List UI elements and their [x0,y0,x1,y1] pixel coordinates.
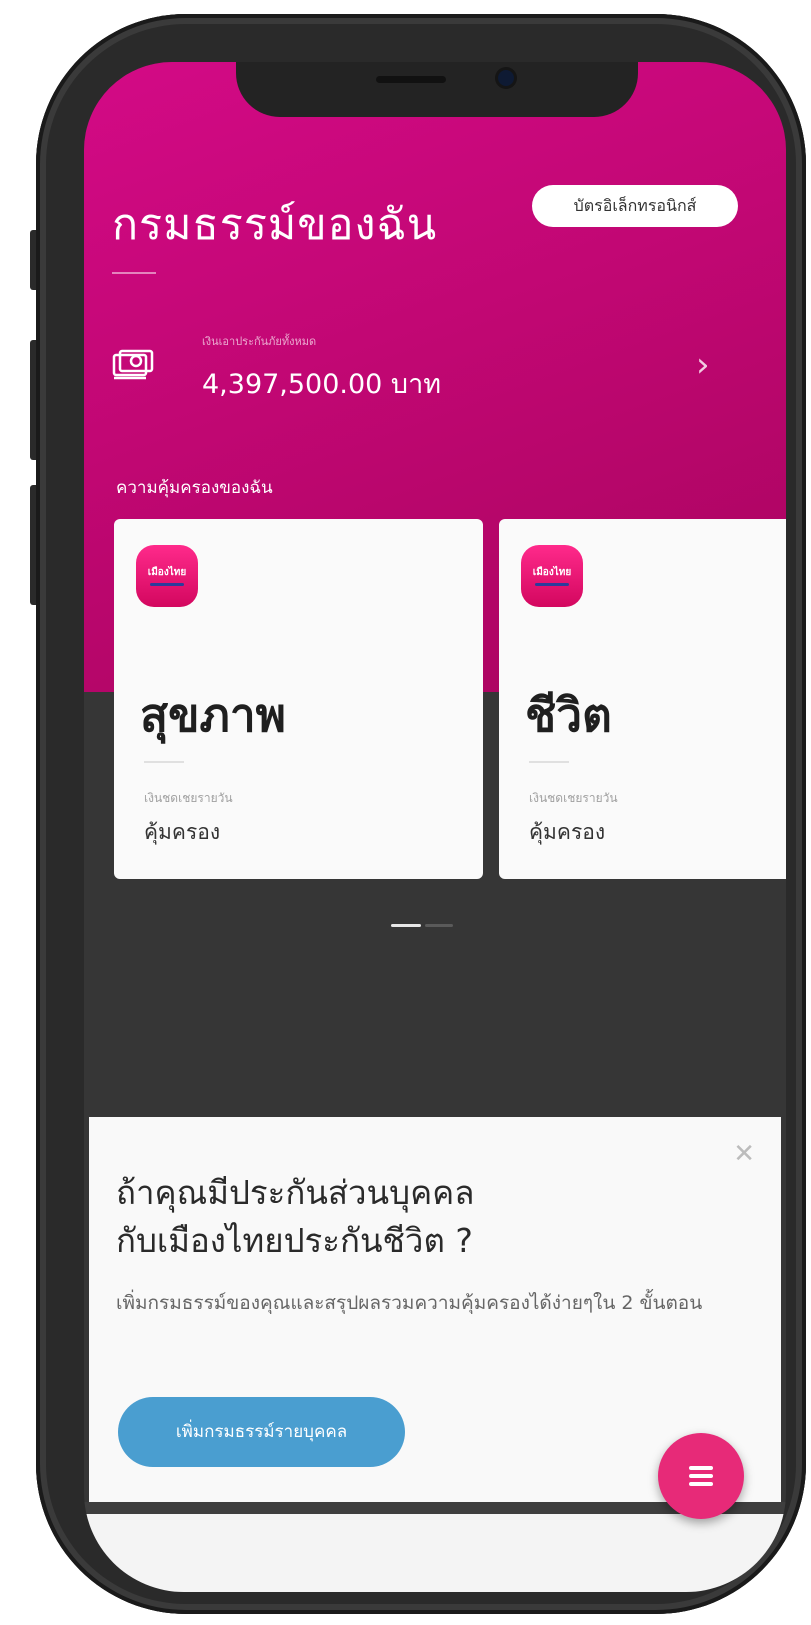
title-divider [112,272,156,274]
carousel-page-indicator [391,912,457,931]
prompt-title-line-2: กับเมืองไทยประกันชีวิต ? [116,1221,473,1260]
e-card-button[interactable]: บัตรอิเล็กทรอนิกส์ [532,185,738,227]
add-individual-policy-button[interactable]: เพิ่มกรมธรรม์รายบุคคล [118,1397,405,1467]
menu-icon-line [689,1466,713,1470]
phone-screen: กรมธรรม์ของฉัน บัตรอิเล็กทรอนิกส์ เงินเอ… [84,62,786,1592]
logo-text: เมืองไทย [532,567,572,578]
page-dot-active [391,924,421,927]
card-title: ชีวิต [525,688,612,742]
menu-icon-line [689,1474,713,1478]
page-dot [425,924,453,927]
coverage-card-health[interactable]: เมืองไทย สุขภาพ เงินชดเชยรายวัน คุ้มครอง [114,519,483,879]
menu-icon-line [689,1482,713,1486]
close-icon[interactable]: ✕ [733,1139,755,1169]
sum-insured-label: เงินเอาประกันภัยทั้งหมด [202,335,317,348]
prompt-title: ถ้าคุณมีประกันส่วนบุคคล กับเมืองไทยประกั… [116,1169,736,1265]
phone-notch [236,62,638,117]
card-title: สุขภาพ [140,688,286,742]
logo-bar [535,583,569,586]
page-title: กรมธรรม์ของฉัน [112,200,438,250]
bottom-bar [84,1514,786,1592]
card-sub-label: เงินชดเชยรายวัน [529,791,618,805]
camera-icon [498,70,514,86]
speaker-icon [376,76,446,83]
card-status: คุ้มครอง [144,820,221,844]
muangthai-logo-icon: เมืองไทย [521,545,583,607]
muangthai-logo-icon: เมืองไทย [136,545,198,607]
card-divider [529,761,569,763]
card-sub-label: เงินชดเชยรายวัน [144,791,233,805]
coverage-card-life[interactable]: เมืองไทย ชีวิต เงินชดเชยรายวัน คุ้มครอง [499,519,786,879]
prompt-description: เพิ่มกรมธรรม์ของคุณและสรุปผลรวมความคุ้มค… [116,1292,703,1314]
money-stack-icon [112,349,154,380]
logo-bar [150,583,184,586]
chevron-right-icon[interactable]: › [696,345,710,385]
card-divider [144,761,184,763]
prompt-title-line-1: ถ้าคุณมีประกันส่วนบุคคล [116,1173,475,1212]
sum-insured-amount: 4,397,500.00 บาท [202,369,442,400]
menu-fab-button[interactable] [658,1433,744,1519]
logo-text: เมืองไทย [147,567,187,578]
coverage-section-title: ความคุ้มครองของฉัน [116,478,273,498]
card-status: คุ้มครอง [529,820,606,844]
